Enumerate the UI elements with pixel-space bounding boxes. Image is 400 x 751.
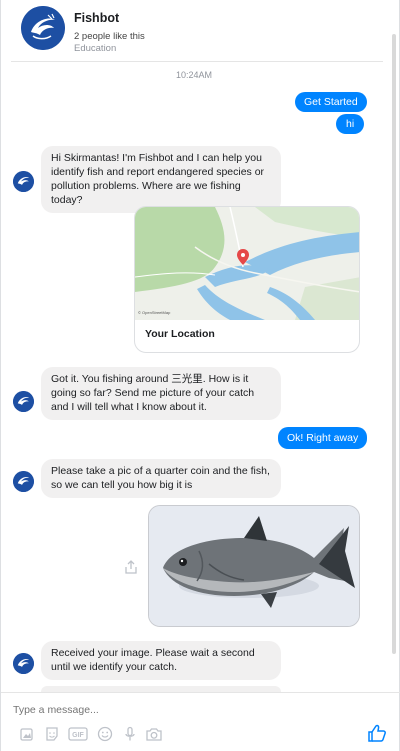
composer-divider	[1, 692, 400, 693]
outgoing-message[interactable]: Ok! Right away	[278, 427, 368, 449]
chat-window: Fishbot 2 people like this Education 10:…	[0, 0, 400, 751]
chat-header: Fishbot 2 people like this Education	[1, 0, 400, 62]
svg-text:GIF: GIF	[72, 732, 84, 739]
incoming-message[interactable]: Received your image. Please wait a secon…	[41, 641, 281, 680]
incoming-message[interactable]: Got it. You fishing around 三光里. How is i…	[41, 367, 281, 420]
bot-avatar-icon	[13, 471, 34, 492]
scrollbar[interactable]	[392, 34, 396, 654]
bot-avatar-icon	[13, 171, 34, 192]
likes-count: 2 people like this	[74, 31, 145, 42]
location-card[interactable]: © OpenStreetMap Your Location	[134, 206, 360, 353]
incoming-message[interactable]: Please take a pic of a quarter coin and …	[41, 459, 281, 498]
map-attribution: © OpenStreetMap	[138, 310, 171, 315]
bot-avatar-icon	[13, 653, 34, 674]
outgoing-message[interactable]: hi	[336, 114, 365, 134]
fish-photo[interactable]	[148, 505, 360, 627]
image-icon[interactable]	[18, 725, 35, 742]
microphone-icon[interactable]	[121, 725, 138, 742]
bot-name[interactable]: Fishbot	[74, 11, 145, 26]
camera-icon[interactable]	[144, 725, 163, 742]
location-map[interactable]	[135, 207, 359, 320]
bot-avatar-icon	[13, 391, 34, 412]
bot-avatar-icon[interactable]	[21, 6, 65, 50]
message-input[interactable]	[13, 704, 313, 716]
emoji-icon[interactable]	[96, 725, 113, 742]
thumbs-up-icon[interactable]	[367, 723, 387, 743]
message-timestamp: 10:24AM	[175, 70, 213, 80]
map-caption: Your Location	[145, 328, 215, 340]
page-category: Education	[74, 43, 117, 54]
gif-icon[interactable]: GIF	[68, 725, 88, 742]
header-divider	[11, 61, 383, 62]
sticker-icon[interactable]	[43, 725, 60, 742]
share-icon[interactable]	[123, 559, 139, 575]
incoming-message[interactable]: Hi Skirmantas! I'm Fishbot and I can hel…	[41, 146, 281, 213]
outgoing-message[interactable]: Get Started	[295, 92, 367, 112]
